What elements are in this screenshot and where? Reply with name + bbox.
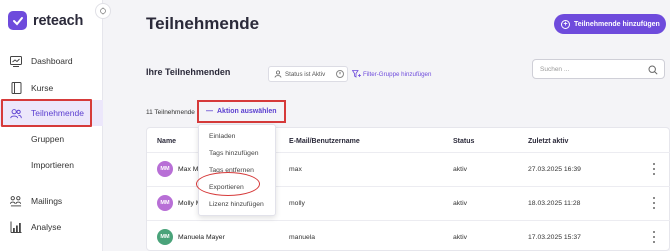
sidebar-item-label: Analyse: [31, 222, 62, 232]
sidebar-item-analyse[interactable]: Analyse: [0, 214, 103, 240]
row-menu-icon[interactable]: [651, 163, 657, 175]
add-participants-button[interactable]: + Teilnehmende hinzufügen: [554, 14, 666, 34]
section-title: Ihre Teilnehmenden: [146, 67, 231, 77]
participant-status: aktiv: [453, 234, 467, 241]
avatar: MM: [157, 161, 173, 177]
table-row[interactable]: MM Manuela Mayer manuela aktiv 17.03.202…: [147, 220, 670, 251]
sidebar-item-gruppen[interactable]: Gruppen: [0, 126, 103, 152]
book-icon: [10, 82, 22, 94]
analytics-icon: [10, 221, 22, 233]
participant-name: Manuela Mayer: [178, 234, 225, 241]
column-header-last-active[interactable]: Zuletzt aktiv: [528, 138, 568, 145]
close-icon[interactable]: ×: [336, 70, 344, 78]
column-header-name[interactable]: Name: [157, 138, 176, 145]
add-filter-group-label: Filter-Gruppe hinzufügen: [363, 70, 432, 78]
mailings-icon: [10, 195, 22, 207]
add-participants-label: Teilnehmende hinzufügen: [574, 20, 660, 28]
row-menu-icon[interactable]: [651, 197, 657, 209]
sidebar-item-label: Importieren: [31, 160, 74, 170]
participant-email: manuela: [289, 234, 316, 241]
participant-email: max: [289, 166, 302, 173]
search-icon: [648, 65, 658, 75]
page-title: Teilnehmende: [146, 14, 260, 33]
sidebar-item-teilnehmende[interactable]: Teilnehmende: [0, 100, 103, 126]
participant-email: molly: [289, 200, 305, 207]
logo-icon: [8, 11, 27, 30]
user-icon: [274, 70, 282, 78]
filter-chip-status[interactable]: Status ist Aktiv ×: [268, 66, 348, 82]
sidebar-item-label: Teilnehmende: [31, 108, 84, 118]
menu-item-remove-tags[interactable]: Tags entfernen: [209, 167, 254, 174]
menu-item-invite[interactable]: Einladen: [209, 133, 235, 140]
row-menu-icon[interactable]: [651, 231, 657, 243]
column-header-status[interactable]: Status: [453, 138, 474, 145]
avatar: MM: [157, 229, 173, 245]
participant-name: Max M: [178, 166, 199, 173]
search-placeholder: Suchen ...: [540, 65, 570, 73]
add-filter-group-link[interactable]: Filter-Gruppe hinzufügen: [352, 70, 431, 78]
sidebar-item-label: Gruppen: [31, 134, 65, 144]
participant-last-active: 27.03.2025 16:39: [528, 166, 581, 173]
minus-icon: —: [206, 108, 213, 115]
participant-last-active: 18.03.2025 11:28: [528, 200, 581, 207]
avatar: MM: [157, 195, 173, 211]
sidebar-item-label: Mailings: [31, 196, 63, 206]
participant-count: 11 Teilnehmende: [146, 109, 195, 116]
app-name: reteach: [33, 12, 84, 29]
select-action-button[interactable]: — Aktion auswählen: [197, 100, 286, 123]
search-input[interactable]: Suchen ...: [532, 59, 665, 79]
collapse-icon: [100, 7, 106, 15]
sidebar: reteach Dashboard Kurse Teilnehmende Gru…: [0, 0, 103, 251]
dashboard-icon: [10, 55, 22, 67]
plus-icon: +: [561, 19, 570, 29]
column-header-email[interactable]: E-Mail/Benutzername: [289, 138, 360, 145]
select-action-label: Aktion auswählen: [217, 108, 277, 115]
sidebar-item-label: Dashboard: [31, 56, 73, 66]
users-icon: [10, 107, 22, 119]
filter-chip-label: Status ist Aktiv: [285, 70, 326, 78]
participant-status: aktiv: [453, 166, 467, 173]
participant-last-active: 17.03.2025 15:37: [528, 234, 581, 241]
app-logo[interactable]: reteach: [8, 11, 83, 30]
menu-item-add-tags[interactable]: Tags hinzufügen: [209, 150, 259, 157]
sidebar-collapse-button[interactable]: [95, 3, 111, 19]
action-dropdown-menu: Einladen Tags hinzufügen Tags entfernen …: [198, 124, 276, 216]
sidebar-item-label: Kurse: [31, 83, 54, 93]
filter-add-icon: [352, 70, 361, 78]
sidebar-item-dashboard[interactable]: Dashboard: [0, 48, 103, 74]
sidebar-item-importieren[interactable]: Importieren: [0, 152, 103, 178]
sidebar-item-mailings[interactable]: Mailings: [0, 188, 103, 214]
sidebar-item-kurse[interactable]: Kurse: [0, 75, 103, 101]
menu-item-export[interactable]: Exportieren: [209, 184, 244, 191]
participant-status: aktiv: [453, 200, 467, 207]
menu-item-add-license[interactable]: Lizenz hinzufügen: [209, 201, 264, 208]
